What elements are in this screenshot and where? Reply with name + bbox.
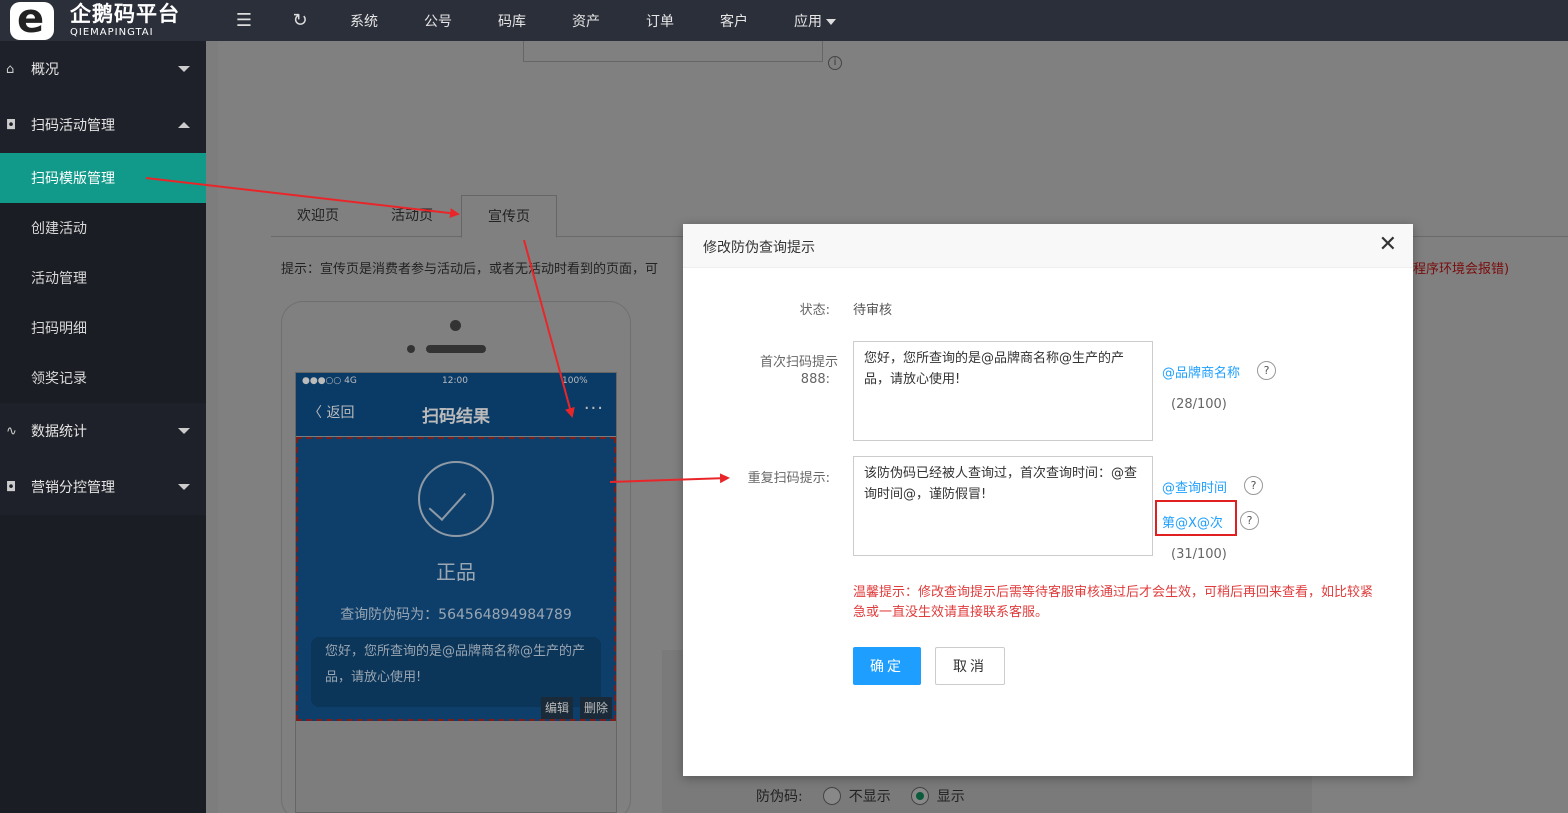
radio-show[interactable] bbox=[910, 787, 929, 805]
first-scan-count: (28/100) bbox=[1171, 397, 1227, 412]
brand-name-en: QIEMAPINGTAI bbox=[70, 26, 154, 38]
chevron-down-icon bbox=[178, 66, 190, 72]
pulse-icon: ∿ bbox=[6, 423, 17, 439]
chevron-down-icon bbox=[178, 428, 190, 434]
brand-logo[interactable]: 企鹅码平台 QIEMAPINGTAI bbox=[0, 0, 206, 41]
help-icon[interactable]: ? bbox=[1244, 476, 1263, 495]
sidebar-item-activity-manage[interactable]: 活动管理 bbox=[0, 253, 206, 303]
textarea-remnant[interactable] bbox=[523, 41, 823, 62]
modal-header: 修改防伪查询提示 ✕ bbox=[683, 224, 1413, 268]
phone-sensor bbox=[407, 345, 415, 353]
nav-code-library[interactable]: 码库 bbox=[498, 11, 526, 31]
repeat-scan-label: 重复扫码提示: bbox=[747, 471, 830, 486]
sidebar: ⌂ 概况 ◘ 扫码活动管理 扫码模版管理 创建活动 活动管理 扫码明细 领奖记录… bbox=[0, 41, 206, 813]
first-scan-label: 首次扫码提示 bbox=[759, 355, 838, 370]
modal-title: 修改防伪查询提示 bbox=[703, 240, 815, 256]
phone-speaker bbox=[426, 345, 486, 353]
nav-assets[interactable]: 资产 bbox=[572, 11, 600, 31]
brand-name: 企鹅码平台 bbox=[70, 1, 180, 26]
sidebar-item-prize-record[interactable]: 领奖记录 bbox=[0, 353, 206, 403]
code-display-radio-group: 防伪码: 不显示 显示 bbox=[756, 787, 965, 805]
phone-title: 扫码结果 bbox=[422, 407, 490, 427]
check-circle-icon bbox=[418, 461, 494, 537]
confirm-button[interactable]: 确定 bbox=[853, 647, 921, 685]
sidebar-item-create-activity[interactable]: 创建活动 bbox=[0, 203, 206, 253]
home-icon: ⌂ bbox=[6, 61, 15, 77]
nav-official-account[interactable]: 公号 bbox=[424, 11, 452, 31]
camera-icon: ◘ bbox=[6, 479, 17, 495]
status-value: 待审核 bbox=[853, 303, 893, 318]
sidebar-group-marketing-control[interactable]: ◘ 营销分控管理 bbox=[0, 459, 206, 515]
sidebar-group-statistics[interactable]: ∿ 数据统计 bbox=[0, 403, 206, 459]
info-icon[interactable]: i bbox=[828, 56, 842, 70]
first-scan-label-code: 888: bbox=[800, 372, 830, 387]
radio-hide[interactable] bbox=[822, 787, 841, 805]
logo-icon bbox=[10, 1, 54, 40]
camera-icon: ◘ bbox=[6, 117, 17, 133]
more-icon[interactable]: ··· bbox=[584, 398, 604, 419]
nav-system[interactable]: 系统 bbox=[350, 11, 378, 31]
phone-status-bar: ●●●○○ 4G 12:00 100% bbox=[296, 373, 616, 390]
nav-orders[interactable]: 订单 bbox=[646, 11, 674, 31]
help-icon[interactable]: ? bbox=[1240, 511, 1259, 530]
query-code: 查询防伪码为：564564894984789 bbox=[340, 607, 572, 623]
phone-nav-bar: 〈 返回 扫码结果 ··· bbox=[296, 390, 616, 436]
chevron-down-icon bbox=[826, 18, 836, 25]
repeat-scan-textarea[interactable] bbox=[853, 456, 1153, 556]
status-label: 状态: bbox=[799, 303, 830, 318]
tab-welcome[interactable]: 欢迎页 bbox=[271, 195, 365, 237]
repeat-scan-count: (31/100) bbox=[1171, 547, 1227, 562]
delete-button[interactable]: 删除 bbox=[580, 697, 613, 719]
top-bar: 企鹅码平台 QIEMAPINGTAI ☰ ↻ 系统 公号 码库 资产 订单 客户… bbox=[0, 0, 1568, 41]
tab-promo[interactable]: 宣传页 bbox=[461, 195, 557, 238]
cancel-button[interactable]: 取消 bbox=[935, 647, 1005, 685]
insert-query-time-link[interactable]: @查询时间 bbox=[1162, 477, 1227, 496]
first-scan-textarea[interactable] bbox=[853, 341, 1153, 441]
close-icon[interactable]: ✕ bbox=[1379, 233, 1397, 257]
help-icon[interactable]: ? bbox=[1257, 361, 1276, 380]
menu-toggle-icon[interactable]: ☰ bbox=[234, 10, 254, 31]
chevron-down-icon bbox=[178, 484, 190, 490]
edit-button[interactable]: 编辑 bbox=[541, 697, 574, 719]
phone-camera bbox=[450, 320, 461, 331]
tip-text-warning: 程序环境会报错) bbox=[1413, 262, 1510, 277]
nav-customers[interactable]: 客户 bbox=[720, 11, 748, 31]
refresh-icon[interactable]: ↻ bbox=[290, 10, 310, 31]
insert-scan-count-link[interactable]: 第@X@次 bbox=[1162, 512, 1223, 531]
sidebar-item-scan-template[interactable]: 扫码模版管理 bbox=[0, 153, 206, 203]
sidebar-group-scan-activity[interactable]: ◘ 扫码活动管理 bbox=[0, 97, 206, 153]
tip-text: 提示：宣传页是消费者参与活动后，或者无活动时看到的页面，可 bbox=[281, 262, 659, 277]
chevron-up-icon bbox=[178, 122, 190, 128]
result-label: 正品 bbox=[436, 560, 476, 584]
warning-text: 温馨提示：修改查询提示后需等待客服审核通过后才会生效，可稍后再回来查看，如比较紧… bbox=[853, 585, 1374, 620]
sidebar-item-scan-detail[interactable]: 扫码明细 bbox=[0, 303, 206, 353]
sidebar-group-overview[interactable]: ⌂ 概况 bbox=[0, 41, 206, 97]
nav-apps[interactable]: 应用 bbox=[794, 11, 836, 31]
insert-brand-name-link[interactable]: @品牌商名称 bbox=[1162, 362, 1240, 381]
tab-activity[interactable]: 活动页 bbox=[365, 195, 459, 237]
top-nav: ☰ ↻ 系统 公号 码库 资产 订单 客户 应用 bbox=[206, 0, 836, 41]
